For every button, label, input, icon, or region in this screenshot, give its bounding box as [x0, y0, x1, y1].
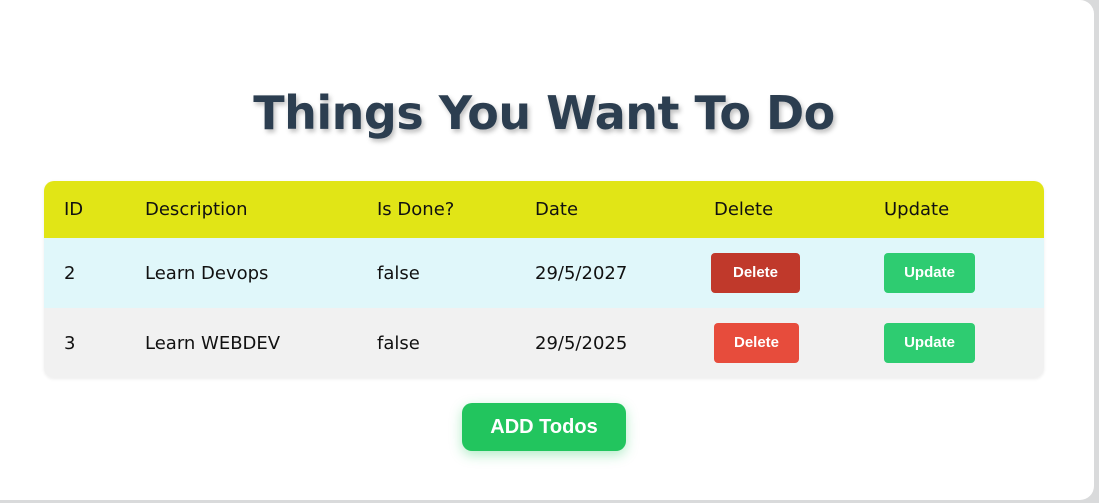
cell-id: 3: [64, 332, 76, 354]
header-update: Update: [884, 199, 950, 220]
cell-description: Learn Devops: [145, 262, 269, 284]
table-header-row: ID Description Is Done? Date Delete Upda…: [44, 181, 1044, 238]
cell-update: Update: [864, 238, 1044, 308]
cell-date: 29/5/2025: [535, 332, 628, 354]
update-button[interactable]: Update: [884, 323, 975, 363]
add-todos-button[interactable]: ADD Todos: [462, 403, 626, 451]
update-button[interactable]: Update: [884, 253, 975, 293]
header-delete: Delete: [714, 199, 774, 220]
table-row: 3 Learn WEBDEV false 29/5/2025 Delete Up…: [44, 308, 1044, 378]
delete-button[interactable]: Delete: [714, 323, 799, 363]
todo-table: ID Description Is Done? Date Delete Upda…: [44, 181, 1044, 378]
cell-is-done: false: [377, 332, 420, 354]
cell-delete: Delete: [694, 238, 864, 308]
page-title: Things You Want To Do: [253, 86, 835, 140]
header-date: Date: [535, 199, 579, 220]
todo-card: Things You Want To Do ID Description Is …: [0, 0, 1094, 500]
delete-button[interactable]: Delete: [711, 253, 800, 293]
table-row: 2 Learn Devops false 29/5/2027 Delete Up…: [44, 238, 1044, 308]
cell-id: 2: [64, 262, 76, 284]
cell-delete: Delete: [694, 308, 864, 378]
cell-is-done: false: [377, 262, 420, 284]
cell-date: 29/5/2027: [535, 262, 628, 284]
cell-update: Update: [864, 308, 1044, 378]
header-id: ID: [64, 199, 84, 220]
header-is-done: Is Done?: [377, 199, 455, 220]
cell-description: Learn WEBDEV: [145, 332, 281, 354]
header-description: Description: [145, 199, 248, 220]
